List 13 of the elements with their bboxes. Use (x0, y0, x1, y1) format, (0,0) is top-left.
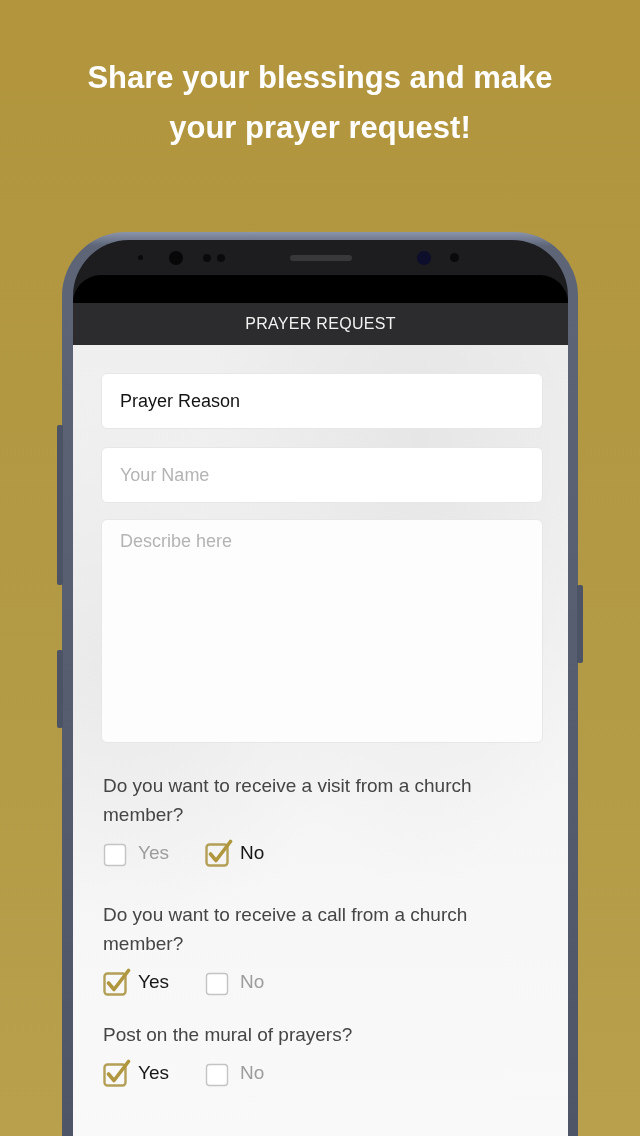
text-field[interactable]: Your Name (101, 447, 543, 503)
question-text: Do you want to receive a visit from a church member? (103, 774, 473, 827)
text-field[interactable]: Prayer Reason (101, 373, 543, 429)
app-bar-title: PRAYER REQUEST (245, 315, 396, 333)
camera-icon (169, 250, 183, 265)
question-text: Post on the mural of prayers? (103, 1023, 354, 1047)
text-area[interactable]: Describe here (101, 519, 543, 743)
checkbox-option[interactable]: No (205, 839, 307, 867)
checkbox-option[interactable]: Yes (103, 1059, 205, 1087)
headline: Share your blessings and make your prayer request! (86, 59, 554, 147)
checkbox-option[interactable]: Yes (103, 968, 205, 996)
speaker-grille-icon (290, 254, 352, 261)
question-text: Do you want to receive a call from a church member? (103, 903, 469, 956)
